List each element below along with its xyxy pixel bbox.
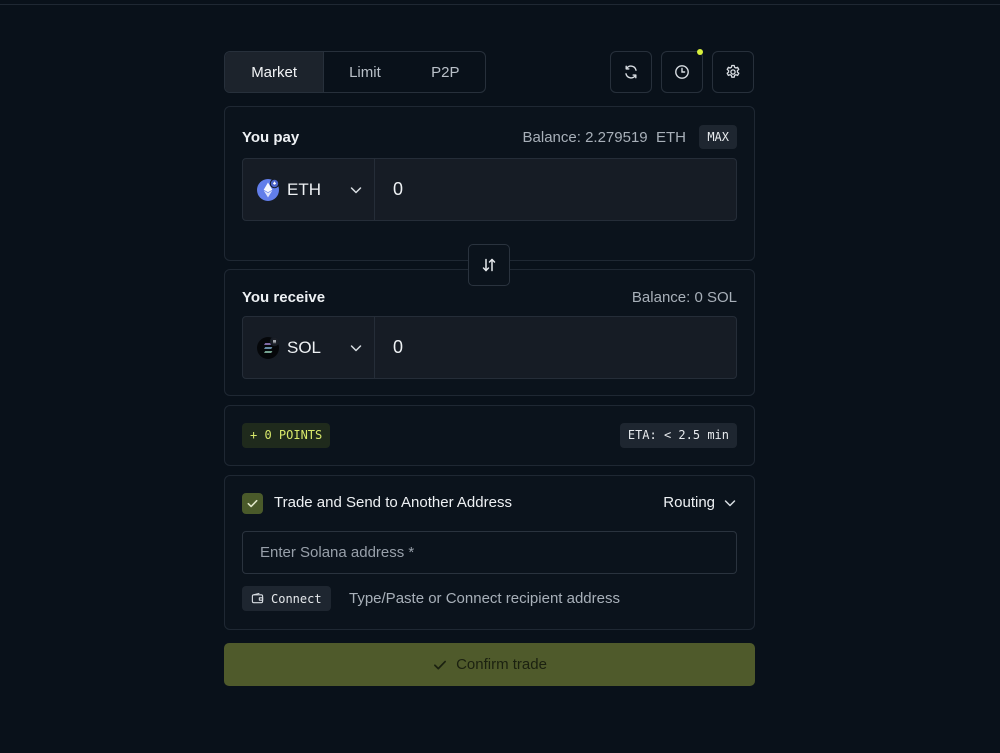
chevron-down-icon [350,186,362,193]
clock-icon [675,65,689,79]
trade-info-panel: + 0 POINTS ETA: < 2.5 min [224,405,755,466]
swap-direction-button[interactable] [468,244,510,286]
receive-amount-input[interactable] [375,317,736,378]
pay-balance-unit: ETH [656,129,686,146]
settings-button[interactable] [712,51,754,93]
pay-balance: Balance: 2.279519 ETH [523,129,686,146]
receive-amount-row: SOL [242,316,737,379]
trade-mode-tabs: Market Limit P2P [224,51,486,93]
connect-wallet-button[interactable]: Connect [242,586,331,611]
solana-address-input[interactable] [242,531,737,574]
points-badge: + 0 POINTS [242,423,331,448]
check-icon [434,660,447,670]
routing-label: Routing [663,494,715,511]
swap-arrows-icon [482,258,496,272]
receive-token-name: SOL [287,337,322,357]
refresh-icon [625,65,637,79]
confirm-trade-button[interactable]: Confirm trade [224,643,755,686]
eta-badge: ETA: < 2.5 min [619,423,737,448]
address-hint: Type/Paste or Connect recipient address [349,590,620,607]
notification-dot [697,49,703,55]
pay-panel: You pay Balance: 2.279519 ETH MAX ETH [224,106,755,261]
confirm-trade-label: Confirm trade [456,656,547,673]
pay-token-select[interactable]: ETH [243,159,375,220]
receive-balance: Balance: 0 SOL [631,289,737,306]
history-button[interactable] [661,49,703,93]
pay-balance-value: 2.279519 [585,129,648,146]
pay-token-name: ETH [287,179,321,199]
tab-market[interactable]: Market [225,52,325,92]
eth-token-icon [257,178,280,201]
top-divider [0,4,1000,5]
wallet-icon [251,592,264,604]
receive-panel: You receive Balance: 0 SOL SOL [224,269,755,396]
sol-token-icon [257,336,280,359]
pay-balance-label: Balance: [522,129,581,146]
check-icon [247,499,258,508]
send-to-address-label: Trade and Send to Another Address [274,494,512,511]
receive-token-select[interactable]: SOL [243,317,375,378]
send-address-panel: Trade and Send to Another Address Routin… [224,475,755,630]
tab-p2p[interactable]: P2P [406,52,485,92]
routing-dropdown[interactable]: Routing [663,494,737,511]
pay-amount-input[interactable] [375,159,736,220]
connect-label: Connect [271,591,322,606]
receive-label: You receive [242,289,326,306]
refresh-button[interactable] [610,51,652,93]
gear-icon [726,64,740,78]
max-button[interactable]: MAX [699,125,737,149]
chevron-down-icon [724,499,736,506]
pay-amount-row: ETH [242,158,737,221]
pay-label: You pay [242,129,300,146]
send-to-address-checkbox[interactable] [242,493,263,514]
chevron-down-icon [350,344,362,351]
tab-limit[interactable]: Limit [324,52,405,92]
